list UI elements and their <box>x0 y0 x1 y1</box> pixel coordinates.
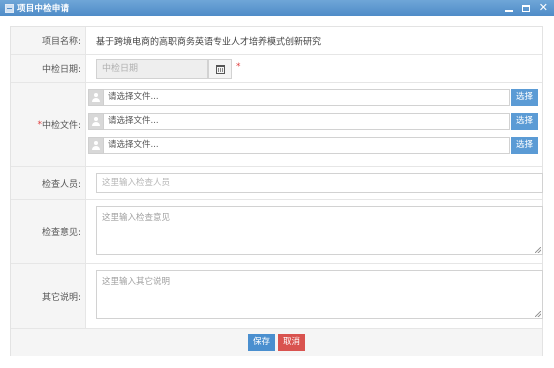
window-titlebar: 项目中检申请 ✕ <box>0 0 554 16</box>
inspector-input[interactable]: 这里输入检查人员 <box>96 173 543 193</box>
inspector-label: 检查人员: <box>11 167 86 199</box>
file-picker-1: 请选择文件... 选择 <box>88 89 538 106</box>
minimize-icon[interactable] <box>504 10 513 12</box>
choose-file-button[interactable]: 选择 <box>511 89 538 106</box>
file-picker-3: 请选择文件... 选择 <box>88 137 538 154</box>
other-notes-textarea[interactable]: 这里输入其它说明 <box>96 270 543 319</box>
row-project-name: 项目名称: 基于跨境电商的高职商务英语专业人才培养模式创新研究 <box>11 27 542 55</box>
maximize-icon[interactable] <box>521 4 530 12</box>
project-name-label: 项目名称: <box>11 27 86 54</box>
save-button[interactable]: 保存 <box>248 334 275 351</box>
form-container: 项目名称: 基于跨境电商的高职商务英语专业人才培养模式创新研究 中检日期: 中检… <box>10 26 543 356</box>
cancel-button[interactable]: 取消 <box>278 334 305 351</box>
check-date-label: 中检日期: <box>11 55 86 82</box>
resize-handle-icon[interactable] <box>535 311 541 317</box>
window-title: 项目中检申请 <box>17 4 70 14</box>
resize-handle-icon[interactable] <box>535 247 541 253</box>
form-icon <box>5 3 14 13</box>
user-icon <box>88 137 104 154</box>
file-input[interactable]: 请选择文件... <box>104 89 510 106</box>
row-opinion: 检查意见: 这里输入检查意见 <box>11 200 543 264</box>
required-mark: * <box>236 62 241 72</box>
file-picker-2: 请选择文件... 选择 <box>88 113 538 130</box>
opinion-label: 检查意见: <box>11 200 86 263</box>
choose-file-button[interactable]: 选择 <box>511 113 538 130</box>
close-icon[interactable]: ✕ <box>539 0 548 16</box>
date-picker-button[interactable] <box>208 59 232 79</box>
other-notes-placeholder: 这里输入其它说明 <box>102 277 171 287</box>
row-check-date: 中检日期: 中检日期 * <box>11 55 542 83</box>
file-input[interactable]: 请选择文件... <box>104 113 510 130</box>
check-files-label: * 中检文件: <box>11 83 86 166</box>
file-input[interactable]: 请选择文件... <box>104 137 510 154</box>
window-controls: ✕ <box>504 0 548 16</box>
opinion-textarea[interactable]: 这里输入检查意见 <box>96 206 543 255</box>
row-other-notes: 其它说明: 这里输入其它说明 <box>11 264 543 329</box>
user-icon <box>88 89 104 106</box>
choose-file-button[interactable]: 选择 <box>511 137 538 154</box>
calendar-icon <box>215 64 225 74</box>
row-inspector: 检查人员: 这里输入检查人员 <box>11 167 543 200</box>
check-date-input[interactable]: 中检日期 <box>96 59 208 79</box>
form-actions: 保存 取消 <box>11 329 542 356</box>
project-name-value: 基于跨境电商的高职商务英语专业人才培养模式创新研究 <box>96 37 322 47</box>
opinion-placeholder: 这里输入检查意见 <box>102 213 171 223</box>
other-notes-label: 其它说明: <box>11 264 86 328</box>
row-check-files: * 中检文件: 请选择文件... 选择 请选择文件... 选择 请选择文件... … <box>11 83 542 167</box>
user-icon <box>88 113 104 130</box>
